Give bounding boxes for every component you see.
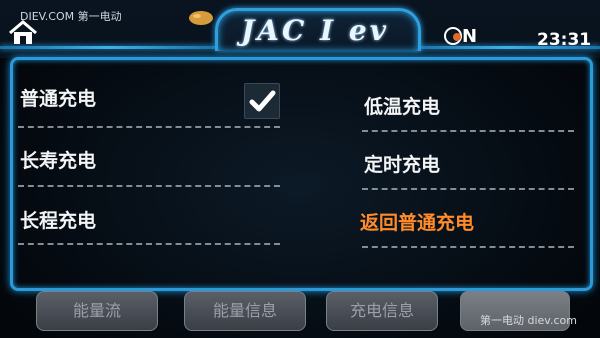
divider (18, 185, 280, 187)
energy-info-button[interactable]: 能量信息 (184, 291, 306, 331)
option-long-life-charge[interactable]: 长寿充电 (20, 146, 96, 173)
energy-flow-button[interactable]: 能量流 (36, 291, 158, 331)
home-icon[interactable] (8, 20, 38, 46)
watermark-bottom: 第一电动 diev.com (480, 314, 577, 327)
divider (362, 188, 574, 190)
on-status-label: N (462, 26, 478, 47)
option-low-temp-charge[interactable]: 低温充电 (364, 92, 440, 119)
charge-info-button[interactable]: 充电信息 (326, 291, 438, 331)
clock: 23:31 (537, 30, 592, 50)
divider (18, 243, 280, 245)
charge-mode-panel (10, 57, 593, 291)
option-timed-charge[interactable]: 定时充电 (364, 150, 440, 177)
option-long-range-charge[interactable]: 长程充电 (20, 206, 96, 233)
bean-logo-icon (189, 11, 213, 25)
header-line-left (0, 46, 215, 49)
screen: DIEV.COM 第一电动 JAC I ev N 23:31 普通充电 长寿充电… (0, 0, 600, 338)
divider (18, 126, 280, 128)
status-dot-icon (453, 33, 461, 41)
option-normal-charge[interactable]: 普通充电 (20, 84, 96, 111)
divider (362, 246, 574, 248)
option-return-normal-charge[interactable]: 返回普通充电 (360, 208, 474, 235)
check-icon (249, 90, 276, 112)
app-title: JAC I ev (241, 14, 389, 47)
divider (362, 130, 574, 132)
normal-charge-checkbox[interactable] (244, 83, 280, 119)
